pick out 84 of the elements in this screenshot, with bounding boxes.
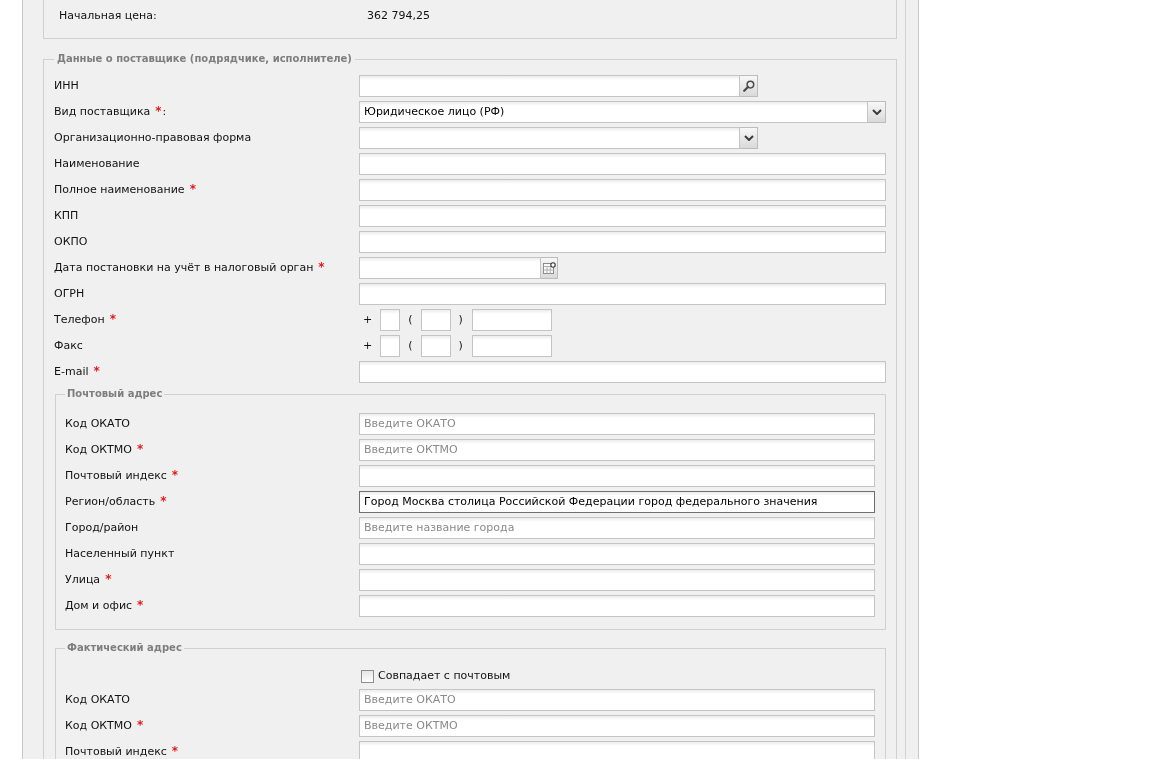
section-title: Фактический адрес (66, 641, 183, 655)
plus-sign: + (363, 313, 373, 327)
input-field[interactable]: Введите название города (359, 517, 875, 539)
input-field[interactable]: Введите ОКТМО (359, 439, 875, 461)
field-label: КПП (54, 209, 79, 222)
search-button[interactable] (740, 75, 758, 97)
field-label: Город/район (65, 521, 139, 534)
date-field[interactable] (359, 257, 541, 279)
required-asterisk: * (171, 468, 179, 482)
input-field[interactable] (359, 179, 886, 201)
field-value: 362 794,25 (367, 8, 431, 24)
dropdown-field[interactable] (359, 127, 740, 149)
area-code-field[interactable] (420, 335, 451, 357)
close-parenthesis: ) (458, 339, 463, 353)
input-field[interactable] (359, 283, 886, 305)
field-label: ИНН (54, 79, 79, 92)
phone-number-field[interactable] (471, 309, 552, 331)
input-field[interactable]: Введите ОКАТО (359, 689, 875, 711)
field-label: Вид поставщика (54, 105, 151, 118)
field-label: ОГРН (54, 287, 85, 300)
country-code-field[interactable] (380, 309, 401, 331)
field-label: Факс (54, 339, 83, 352)
dropdown-button[interactable] (868, 101, 886, 123)
input-field[interactable] (359, 153, 886, 175)
field-label: Телефон (54, 313, 105, 326)
field-label: Организационно-правовая форма (54, 131, 252, 144)
input-field[interactable]: Введите ОКТМО (359, 715, 875, 737)
open-parenthesis: ( (408, 313, 413, 327)
input-field[interactable] (359, 231, 886, 253)
chevron-down-icon (871, 109, 882, 115)
input-field[interactable]: Город Москва столица Российской Федерации город федерального значения (359, 491, 875, 513)
input-field[interactable] (359, 741, 875, 759)
calendar-icon (542, 261, 556, 275)
input-field[interactable] (359, 595, 875, 617)
required-asterisk: * (109, 312, 116, 326)
section-title: Данные о поставщике (подрядчике, исполнителе) (56, 52, 353, 66)
required-asterisk: * (155, 104, 162, 118)
field-label: Дата постановки на учёт в налоговый орган (54, 261, 314, 274)
field-label: Почтовый индекс (65, 469, 167, 482)
input-field[interactable]: Введите ОКАТО (359, 413, 875, 435)
phone-number-field[interactable] (471, 335, 552, 357)
chevron-down-icon (743, 135, 754, 141)
search-icon (742, 80, 755, 92)
label-colon: : (162, 105, 167, 118)
input-field[interactable] (359, 361, 886, 383)
field-label: Улица (65, 573, 101, 586)
field-label: Дом и офис (65, 599, 133, 612)
required-asterisk: * (160, 494, 167, 508)
field-label: Код ОКАТО (65, 693, 130, 706)
input-field[interactable] (359, 569, 875, 591)
required-asterisk: * (137, 442, 144, 456)
required-asterisk: * (137, 598, 144, 612)
country-code-field[interactable] (380, 335, 401, 357)
dropdown-button[interactable] (740, 127, 758, 149)
field-label: Населенный пункт (65, 547, 175, 560)
field-label: E-mail (54, 365, 89, 378)
field-label: Код ОКТМО (65, 443, 132, 456)
section-title: Почтовый адрес (66, 387, 164, 401)
required-asterisk: * (93, 364, 100, 378)
required-asterisk: * (189, 182, 196, 196)
checkbox[interactable] (361, 669, 374, 683)
field-label: Код ОКТМО (65, 719, 132, 732)
field-label: Наименование (54, 157, 140, 170)
required-asterisk: * (318, 260, 325, 274)
field-label: Начальная цена: (59, 8, 158, 24)
calendar-button[interactable] (541, 257, 558, 279)
area-code-field[interactable] (420, 309, 451, 331)
field-label: Регион/область (65, 495, 156, 508)
field-label: ОКПО (54, 235, 88, 248)
field-label: Почтовый индекс (65, 745, 167, 758)
close-parenthesis: ) (458, 313, 463, 327)
input-field[interactable] (359, 75, 740, 97)
checkbox-label[interactable]: Совпадает с почтовым (378, 669, 511, 683)
field-label: Код ОКАТО (65, 417, 130, 430)
dropdown-field[interactable]: Юридическое лицо (РФ) (359, 101, 868, 123)
required-asterisk: * (137, 718, 144, 732)
input-field[interactable] (359, 465, 875, 487)
input-field[interactable] (359, 543, 875, 565)
required-asterisk: * (171, 744, 179, 758)
required-asterisk: * (105, 572, 112, 586)
field-label: Полное наименование (54, 183, 185, 196)
open-parenthesis: ( (408, 339, 413, 353)
input-field[interactable] (359, 205, 886, 227)
plus-sign: + (363, 339, 373, 353)
